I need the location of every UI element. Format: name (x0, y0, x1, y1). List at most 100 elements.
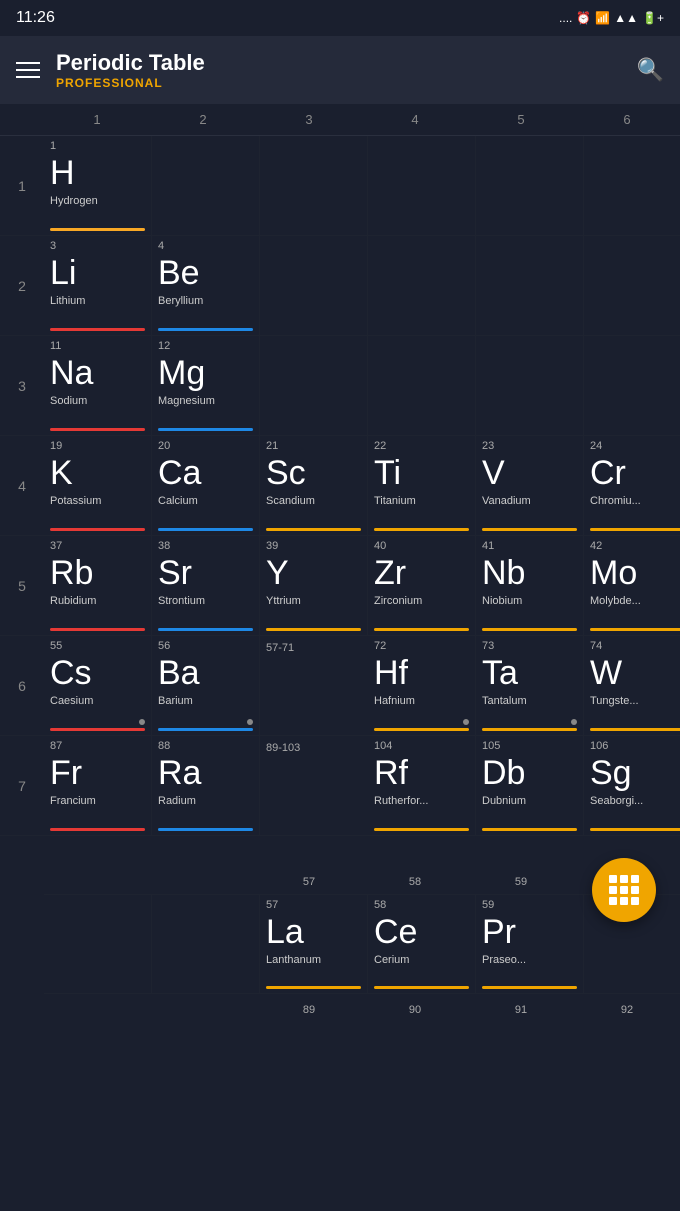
element-V[interactable]: 23 V Vanadium (476, 436, 584, 535)
element-Fr[interactable]: 87 Fr Francium (44, 736, 152, 835)
element-K-underline (50, 528, 145, 531)
element-Ca-number: 20 (158, 440, 253, 453)
element-Y[interactable]: 39 Y Yttrium (260, 536, 368, 635)
element-Sc-symbol: Sc (266, 455, 361, 492)
element-Sc[interactable]: 21 Sc Scandium (260, 436, 368, 535)
spacer-before-lanthanide (0, 836, 680, 866)
element-Rf-number: 104 (374, 740, 469, 753)
element-Mg[interactable]: 12 Mg Magnesium (152, 336, 260, 435)
element-K-number: 19 (50, 440, 145, 453)
element-Ca-name: Calcium (158, 495, 253, 507)
element-Cs-name: Caesium (50, 695, 145, 707)
header-title-block: Periodic Table PROFESSIONAL (56, 50, 205, 90)
element-Ca[interactable]: 20 Ca Calcium (152, 436, 260, 535)
empty-2-3 (260, 236, 368, 335)
element-Mg-underline (158, 428, 253, 431)
element-Db[interactable]: 105 Db Dubnium (476, 736, 584, 835)
element-Mg-number: 12 (158, 340, 253, 353)
row-3-cells: 11 Na Sodium 12 Mg Magnesium (44, 336, 680, 435)
periodic-table-area: 1 2 3 4 5 6 1 1 H Hydrogen 2 3 L (0, 104, 680, 1022)
element-Mo-number: 42 (590, 540, 680, 553)
period-label-7: 7 (0, 736, 44, 835)
element-Zr[interactable]: 40 Zr Zirconium (368, 536, 476, 635)
element-Ti[interactable]: 22 Ti Titanium (368, 436, 476, 535)
element-Rf[interactable]: 104 Rf Rutherfor... (368, 736, 476, 835)
element-Zr-underline (374, 628, 469, 631)
element-Cr-underline (590, 528, 680, 531)
element-Ce[interactable]: 58 Ce Cerium (368, 895, 476, 993)
period-label-1: 1 (0, 136, 44, 235)
element-Be-underline (158, 328, 253, 331)
element-Ba-underline (158, 728, 253, 731)
element-Hf-symbol: Hf (374, 655, 469, 692)
period-label-6: 6 (0, 636, 44, 735)
element-Nb[interactable]: 41 Nb Niobium (476, 536, 584, 635)
element-Na[interactable]: 11 Na Sodium (44, 336, 152, 435)
element-Cs-dot (139, 719, 145, 725)
menu-button[interactable] (16, 62, 40, 78)
fab-grid-button[interactable] (592, 858, 656, 922)
range-89-103[interactable]: 89-103 (260, 736, 368, 835)
empty-1-2 (152, 136, 260, 235)
app-subtitle: PROFESSIONAL (56, 76, 205, 90)
element-Pr[interactable]: 59 Pr Praseo... (476, 895, 584, 993)
element-La-underline (266, 986, 361, 989)
ac-col-num-91: 91 (468, 1004, 574, 1016)
element-La[interactable]: 57 La Lanthanum (260, 895, 368, 993)
element-Cr-number: 24 (590, 440, 680, 453)
element-Be-symbol: Be (158, 255, 253, 292)
element-Sg[interactable]: 106 Sg Seaborgi... (584, 736, 680, 835)
period-row-2: 2 3 Li Lithium 4 Be Beryllium (0, 236, 680, 336)
element-Rb[interactable]: 37 Rb Rubidium (44, 536, 152, 635)
element-W[interactable]: 74 W Tungste... (584, 636, 680, 735)
element-Sr[interactable]: 38 Sr Strontium (152, 536, 260, 635)
empty-3-6 (584, 336, 680, 435)
element-Cr[interactable]: 24 Cr Chromiu... (584, 436, 680, 535)
element-Li[interactable]: 3 Li Lithium (44, 236, 152, 335)
element-Ta-underline (482, 728, 577, 731)
element-Ba[interactable]: 56 Ba Barium (152, 636, 260, 735)
empty-1-4 (368, 136, 476, 235)
empty-2-5 (476, 236, 584, 335)
element-Sg-name: Seaborgi... (590, 795, 680, 807)
element-Cr-symbol: Cr (590, 455, 680, 492)
element-Rb-symbol: Rb (50, 555, 145, 592)
element-Db-name: Dubnium (482, 795, 577, 807)
element-H[interactable]: 1 H Hydrogen (44, 136, 152, 235)
element-Cs-number: 55 (50, 640, 145, 653)
element-Mo[interactable]: 42 Mo Molybde... (584, 536, 680, 635)
element-Hf[interactable]: 72 Hf Hafnium (368, 636, 476, 735)
element-Fr-underline (50, 828, 145, 831)
element-Pr-number: 59 (482, 899, 577, 912)
element-Pr-symbol: Pr (482, 914, 577, 951)
element-Ra-name: Radium (158, 795, 253, 807)
range-57-71[interactable]: 57-71 (260, 636, 368, 735)
wifi-icon: 📶 (595, 11, 610, 25)
element-K[interactable]: 19 K Potassium (44, 436, 152, 535)
element-Be[interactable]: 4 Be Beryllium (152, 236, 260, 335)
element-H-underline (50, 228, 145, 231)
element-Fr-symbol: Fr (50, 755, 145, 792)
col-num-3: 3 (256, 112, 362, 127)
element-H-number: 1 (50, 140, 145, 153)
element-H-name: Hydrogen (50, 195, 145, 207)
period-row-1: 1 1 H Hydrogen (0, 136, 680, 236)
element-Ba-dot (247, 719, 253, 725)
element-V-name: Vanadium (482, 495, 577, 507)
col-num-1: 1 (44, 112, 150, 127)
element-Hf-underline (374, 728, 469, 731)
element-Y-number: 39 (266, 540, 361, 553)
element-Nb-name: Niobium (482, 595, 577, 607)
row-7-cells: 87 Fr Francium 88 Ra Radium 89-103 104 R… (44, 736, 680, 835)
element-Ra-symbol: Ra (158, 755, 253, 792)
element-Mo-underline (590, 628, 680, 631)
search-button[interactable]: 🔍 (637, 57, 664, 83)
element-Rf-symbol: Rf (374, 755, 469, 792)
element-Cr-name: Chromiu... (590, 495, 680, 507)
empty-1-6 (584, 136, 680, 235)
element-Cs[interactable]: 55 Cs Caesium (44, 636, 152, 735)
element-V-symbol: V (482, 455, 577, 492)
element-Ra[interactable]: 88 Ra Radium (152, 736, 260, 835)
element-Ba-symbol: Ba (158, 655, 253, 692)
element-Ta[interactable]: 73 Ta Tantalum (476, 636, 584, 735)
